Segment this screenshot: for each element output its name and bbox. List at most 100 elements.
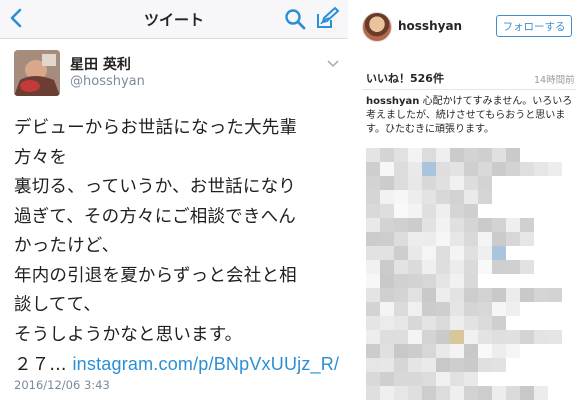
mosaic-cell [478, 288, 492, 302]
mosaic-cell [478, 386, 492, 400]
mosaic-cell [394, 302, 408, 316]
mosaic-cell [394, 246, 408, 260]
mosaic-cell [408, 232, 422, 246]
mosaic-cell [436, 344, 450, 358]
mosaic-cell [478, 232, 492, 246]
mosaic-cell [506, 330, 520, 344]
mosaic-cell [478, 218, 492, 232]
mosaic-cell [366, 204, 380, 218]
tweet-last-line: ２７... instagram.com/p/BNpVxUUjz_R/ [14, 350, 344, 381]
mosaic-cell [422, 162, 436, 176]
mosaic-cell [464, 344, 478, 358]
mosaic-cell [520, 330, 534, 344]
mosaic-cell [394, 330, 408, 344]
mosaic-cell [366, 288, 380, 302]
mosaic-cell [408, 190, 422, 204]
instagram-panel: hosshyan フォローする いいね！526件 14時間前 hosshyan … [354, 0, 580, 400]
mosaic-cell [548, 288, 562, 302]
mosaic-cell [380, 344, 394, 358]
mosaic-cell [380, 316, 394, 330]
mosaic-cell [394, 218, 408, 232]
mosaic-cell [464, 316, 478, 330]
mosaic-cell [366, 148, 380, 162]
mosaic-cell [436, 232, 450, 246]
mosaic-cell [506, 232, 520, 246]
mosaic-cell [422, 288, 436, 302]
mosaic-cell [450, 372, 464, 386]
tweet-line: 方々を [14, 147, 68, 168]
mosaic-cell [422, 148, 436, 162]
mosaic-cell [478, 358, 492, 372]
tweet-text: デビューからお世話になった大先輩 方々を 裏切る、っていうか、お世話になり 過ぎ… [14, 114, 344, 381]
mosaic-cell [464, 386, 478, 400]
avatar[interactable] [14, 50, 60, 96]
likes-count[interactable]: いいね！526件 [366, 70, 444, 86]
tweet-line: 談してて、 [14, 295, 102, 315]
mosaic-cell [366, 330, 380, 344]
mosaic-cell [366, 246, 380, 260]
mosaic-cell [408, 176, 422, 190]
mosaic-cell [366, 260, 380, 274]
mosaic-cell [380, 260, 394, 274]
mosaic-cell [394, 316, 408, 330]
tweet-line: デビューからお世話になった大先輩 [14, 118, 298, 138]
mosaic-cell [422, 330, 436, 344]
mosaic-cell [506, 162, 520, 176]
mosaic-cell [408, 274, 422, 288]
mosaic-cell [394, 162, 408, 176]
mosaic-cell [366, 372, 380, 386]
mosaic-cell [436, 190, 450, 204]
mosaic-cell [394, 386, 408, 400]
chevron-down-icon[interactable] [327, 60, 339, 68]
mosaic-cell [394, 148, 408, 162]
mosaic-cell [408, 358, 422, 372]
navigation-bar: ツイート [0, 0, 348, 39]
mosaic-cell [436, 302, 450, 316]
mosaic-cell [450, 246, 464, 260]
mosaic-cell [450, 330, 464, 344]
mosaic-cell [408, 288, 422, 302]
mosaic-cell [520, 162, 534, 176]
mosaic-cell [464, 288, 478, 302]
caption-username[interactable]: hosshyan [366, 96, 419, 107]
mosaic-cell [366, 176, 380, 190]
mosaic-cell [422, 316, 436, 330]
avatar[interactable] [362, 12, 392, 42]
display-name[interactable]: 星田 英利 [70, 54, 131, 74]
mosaic-cell [394, 260, 408, 274]
mosaic-cell [408, 148, 422, 162]
search-icon[interactable] [284, 8, 306, 30]
mosaic-cell [422, 204, 436, 218]
compose-icon[interactable] [315, 6, 339, 30]
follow-button[interactable]: フォローする [496, 15, 572, 37]
user-handle[interactable]: @hosshyan [70, 74, 145, 89]
mosaic-cell [408, 204, 422, 218]
mosaic-cell [492, 358, 506, 372]
username[interactable]: hosshyan [398, 19, 462, 33]
mosaic-cell [394, 232, 408, 246]
mosaic-cell [450, 358, 464, 372]
mosaic-cell [492, 246, 506, 260]
mosaic-cell [366, 218, 380, 232]
mosaic-cell [478, 344, 492, 358]
mosaic-cell [394, 274, 408, 288]
mosaic-cell [534, 162, 548, 176]
mosaic-cell [506, 148, 520, 162]
mosaic-cell [464, 260, 478, 274]
mosaic-cell [506, 344, 520, 358]
instagram-link[interactable]: instagram.com/p/BNpVxUUjz_R/ [72, 354, 339, 374]
mosaic-cell [436, 372, 450, 386]
mosaic-cell [366, 358, 380, 372]
mosaic-cell [534, 330, 548, 344]
mosaic-cell [450, 218, 464, 232]
mosaic-cell [436, 218, 450, 232]
mosaic-cell [394, 288, 408, 302]
mosaic-cell [506, 218, 520, 232]
mosaic-cell [492, 386, 506, 400]
mosaic-cell [380, 288, 394, 302]
mosaic-cell [492, 162, 506, 176]
mosaic-cell [422, 358, 436, 372]
mosaic-cell [450, 302, 464, 316]
mosaic-cell [450, 288, 464, 302]
mosaic-cell [478, 260, 492, 274]
